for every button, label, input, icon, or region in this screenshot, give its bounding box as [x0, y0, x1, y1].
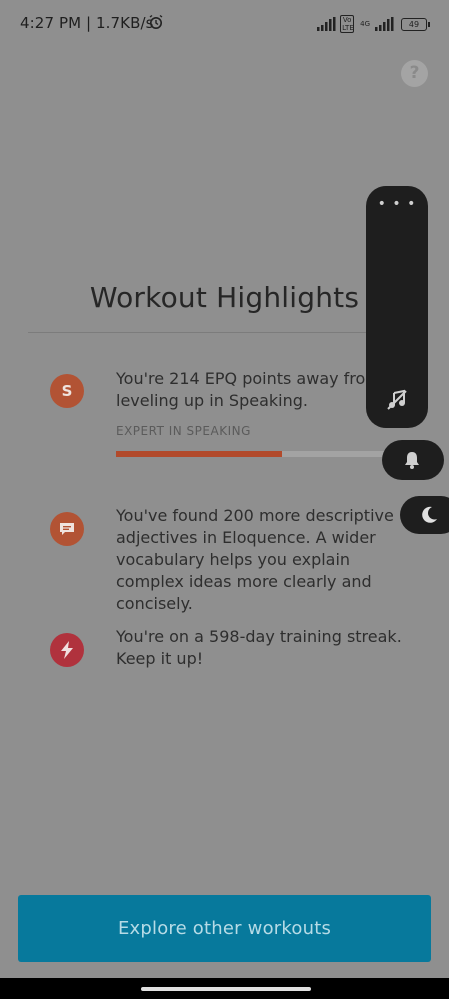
level-progress-bar [116, 451, 388, 457]
network-type: 4G [360, 20, 370, 28]
level-label: EXPERT IN SPEAKING [116, 424, 251, 438]
alarm-icon [149, 14, 163, 29]
more-icon[interactable]: • • • [366, 196, 428, 212]
divider [28, 332, 373, 333]
battery-icon: 49 [401, 17, 430, 31]
floating-panel: • • • [366, 186, 428, 428]
speaking-badge-icon: S [50, 374, 84, 408]
moon-icon [422, 506, 437, 523]
help-button[interactable]: ? [401, 60, 428, 87]
navigation-bar [0, 978, 449, 999]
status-bar: 4:27 PM | 1.7KB/s Vo LTE 4G 49 [0, 0, 449, 48]
level-progress-fill [116, 451, 282, 457]
home-indicator[interactable] [141, 987, 311, 991]
bell-button[interactable] [382, 440, 444, 480]
status-time: 4:27 PM | 1.7KB/s [20, 14, 154, 32]
bell-icon [405, 452, 419, 469]
volte-badge: Vo LTE [340, 15, 355, 33]
signal-icon [375, 17, 394, 31]
chat-bubble-icon [50, 512, 84, 546]
highlight-text-eloquence: You've found 200 more descriptive adject… [116, 506, 394, 613]
moon-button[interactable] [400, 496, 449, 534]
signal-icon [317, 17, 336, 31]
music-off-icon[interactable] [386, 389, 408, 411]
lightning-icon [50, 633, 84, 667]
explore-workouts-button[interactable]: Explore other workouts [18, 895, 431, 962]
status-icons: Vo LTE 4G 49 [316, 15, 430, 33]
highlight-text-streak: You're on a 598-day training streak. Kee… [116, 627, 402, 668]
